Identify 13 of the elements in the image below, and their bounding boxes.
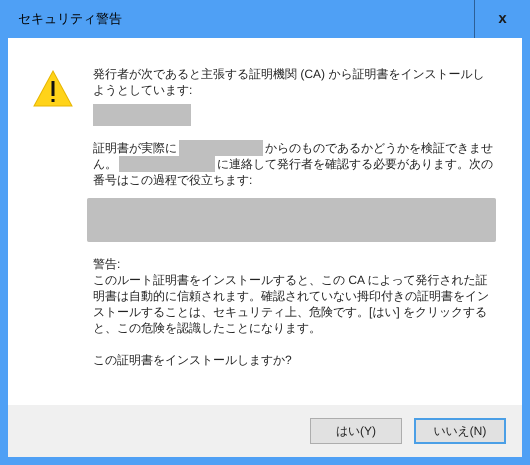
window-title: セキュリティ警告	[18, 10, 122, 28]
warning-text: このルート証明書をインストールすると、この CA によって発行された証明書は自動的に信頼されます。確認されていない拇印付きの証明書をインストールすることは、セキュリティ上、危険です。[はい] をクリックすると、この危険を認識したことになります。	[93, 272, 490, 336]
verify-text: 証明書が実際に	[93, 140, 177, 156]
dialog-button[interactable]: はい(Y)	[310, 418, 402, 444]
warning-icon	[33, 70, 73, 107]
dialog-button[interactable]: いいえ(N)	[414, 418, 506, 444]
question-text: この証明書をインストールしますか?	[93, 352, 293, 368]
verify-text: 番号はこの過程で役立ちます:	[93, 172, 252, 188]
verify-text: に連絡して発行者を確認する必要があります。次の	[217, 156, 493, 172]
warning-heading: 警告:	[93, 256, 122, 272]
intro-text: 発行者が次であると主張する証明機関 (CA) から証明書をインストールしようとしています:	[93, 66, 486, 98]
verify-text: からのものであるかどうかを検証できませ	[265, 140, 493, 156]
verify-text: ん。	[93, 156, 117, 172]
